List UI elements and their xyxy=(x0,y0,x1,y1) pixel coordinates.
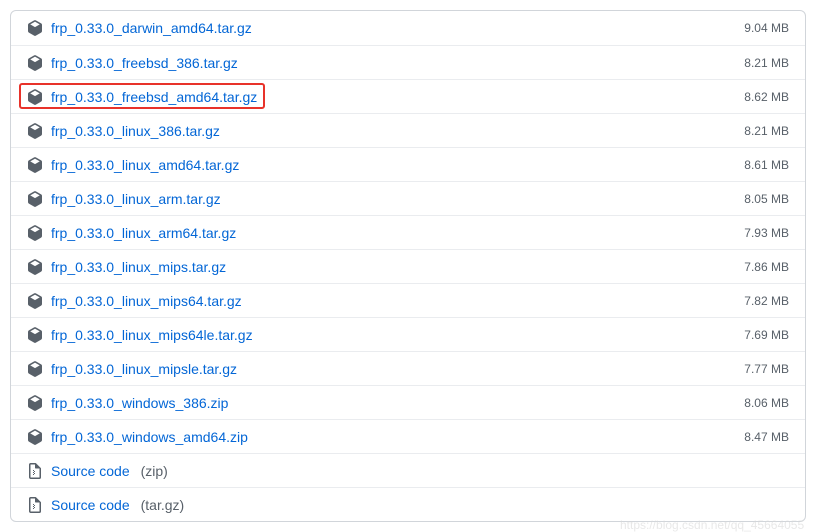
package-icon xyxy=(27,157,43,173)
asset-download-link[interactable]: frp_0.33.0_linux_amd64.tar.gz xyxy=(51,157,239,173)
asset-download-link[interactable]: frp_0.33.0_darwin_amd64.tar.gz xyxy=(51,20,252,36)
asset-size: 8.21 MB xyxy=(744,124,789,138)
asset-row: frp_0.33.0_linux_amd64.tar.gz 8.61 MB xyxy=(11,147,805,181)
asset-download-link[interactable]: frp_0.33.0_windows_386.zip xyxy=(51,395,228,411)
asset-row: frp_0.33.0_linux_386.tar.gz 8.21 MB xyxy=(11,113,805,147)
package-icon xyxy=(27,259,43,275)
package-icon xyxy=(27,89,43,105)
package-icon xyxy=(27,55,43,71)
asset-row: frp_0.33.0_windows_amd64.zip 8.47 MB xyxy=(11,419,805,453)
package-icon xyxy=(27,123,43,139)
asset-row: frp_0.33.0_linux_mipsle.tar.gz 7.77 MB xyxy=(11,351,805,385)
file-zip-icon xyxy=(27,497,43,513)
asset-row: Source code (zip) xyxy=(11,453,805,487)
asset-size: 9.04 MB xyxy=(744,21,789,35)
package-icon xyxy=(27,293,43,309)
asset-size: 8.61 MB xyxy=(744,158,789,172)
asset-download-link[interactable]: frp_0.33.0_freebsd_386.tar.gz xyxy=(51,55,238,71)
asset-download-link[interactable]: Source code xyxy=(51,497,130,513)
asset-download-link[interactable]: frp_0.33.0_linux_arm.tar.gz xyxy=(51,191,221,207)
asset-download-link[interactable]: frp_0.33.0_linux_mips.tar.gz xyxy=(51,259,226,275)
asset-download-link[interactable]: frp_0.33.0_windows_amd64.zip xyxy=(51,429,248,445)
asset-download-link[interactable]: Source code xyxy=(51,463,130,479)
asset-row: frp_0.33.0_windows_386.zip 8.06 MB xyxy=(11,385,805,419)
package-icon xyxy=(27,225,43,241)
asset-download-link[interactable]: frp_0.33.0_linux_mipsle.tar.gz xyxy=(51,361,237,377)
asset-size: 8.06 MB xyxy=(744,396,789,410)
asset-row: frp_0.33.0_linux_mips.tar.gz 7.86 MB xyxy=(11,249,805,283)
asset-row: frp_0.33.0_freebsd_amd64.tar.gz 8.62 MB xyxy=(11,79,805,113)
asset-format-label: (zip) xyxy=(141,463,168,479)
file-zip-icon xyxy=(27,463,43,479)
asset-format-label: (tar.gz) xyxy=(141,497,185,513)
asset-row: frp_0.33.0_linux_mips64.tar.gz 7.82 MB xyxy=(11,283,805,317)
asset-size: 7.69 MB xyxy=(744,328,789,342)
asset-download-link[interactable]: frp_0.33.0_linux_arm64.tar.gz xyxy=(51,225,236,241)
asset-size: 8.47 MB xyxy=(744,430,789,444)
asset-row: frp_0.33.0_linux_arm64.tar.gz 7.93 MB xyxy=(11,215,805,249)
asset-size: 7.86 MB xyxy=(744,260,789,274)
release-assets-list: frp_0.33.0_darwin_amd64.tar.gz9.04 MBfrp… xyxy=(10,10,806,522)
asset-row: frp_0.33.0_freebsd_386.tar.gz 8.21 MB xyxy=(11,45,805,79)
package-icon xyxy=(27,395,43,411)
asset-row: frp_0.33.0_darwin_amd64.tar.gz 9.04 MB xyxy=(11,11,805,45)
asset-download-link[interactable]: frp_0.33.0_freebsd_amd64.tar.gz xyxy=(51,89,257,105)
asset-download-link[interactable]: frp_0.33.0_linux_386.tar.gz xyxy=(51,123,220,139)
asset-row: frp_0.33.0_linux_mips64le.tar.gz 7.69 MB xyxy=(11,317,805,351)
package-icon xyxy=(27,191,43,207)
package-icon xyxy=(27,20,43,36)
package-icon xyxy=(27,361,43,377)
asset-size: 8.05 MB xyxy=(744,192,789,206)
asset-row: Source code (tar.gz) xyxy=(11,487,805,521)
package-icon xyxy=(27,429,43,445)
asset-size: 7.77 MB xyxy=(744,362,789,376)
asset-size: 8.62 MB xyxy=(744,90,789,104)
asset-size: 7.82 MB xyxy=(744,294,789,308)
package-icon xyxy=(27,327,43,343)
asset-download-link[interactable]: frp_0.33.0_linux_mips64.tar.gz xyxy=(51,293,242,309)
asset-size: 7.93 MB xyxy=(744,226,789,240)
asset-row: frp_0.33.0_linux_arm.tar.gz 8.05 MB xyxy=(11,181,805,215)
asset-size: 8.21 MB xyxy=(744,56,789,70)
asset-download-link[interactable]: frp_0.33.0_linux_mips64le.tar.gz xyxy=(51,327,253,343)
